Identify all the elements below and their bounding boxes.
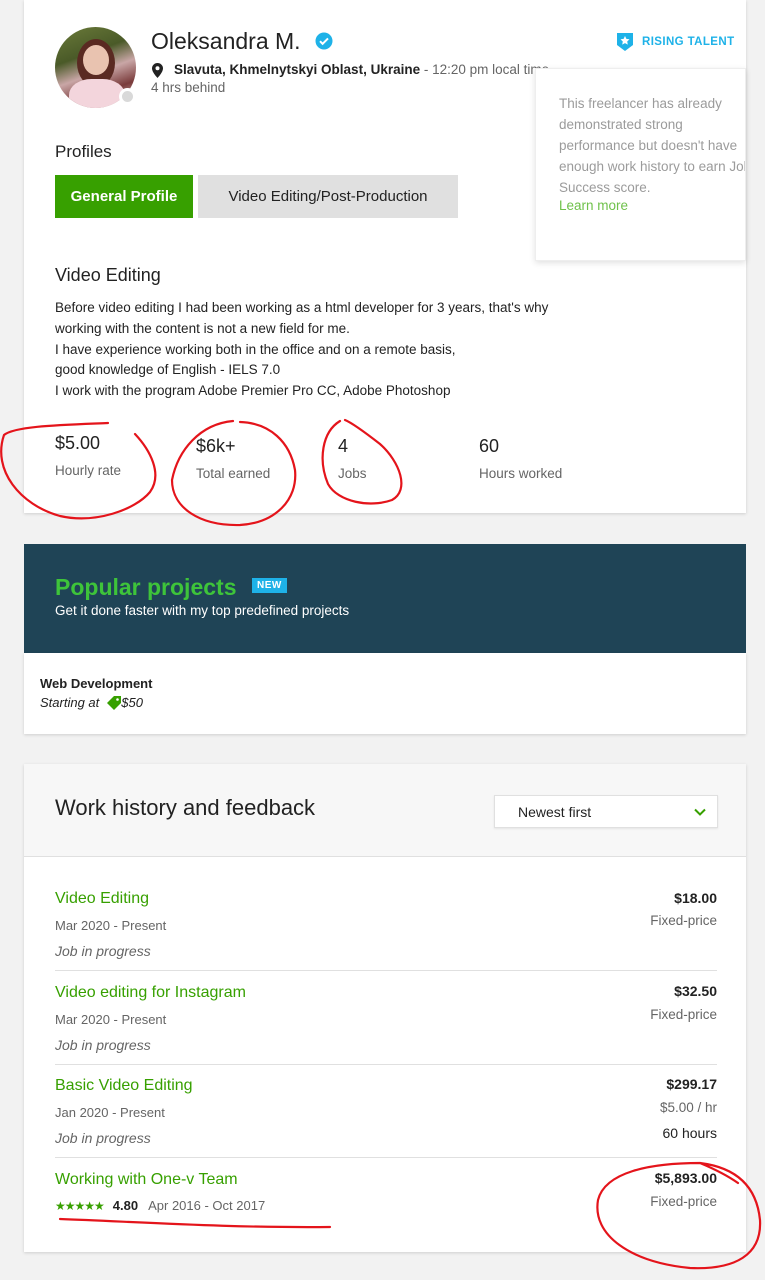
popular-projects-banner: Popular projects NEW Get it done faster … bbox=[24, 544, 746, 653]
job-title-link[interactable]: Basic Video Editing bbox=[55, 1077, 193, 1095]
project-price-line: Starting at $50 bbox=[40, 695, 143, 710]
sort-dropdown[interactable]: Newest first bbox=[494, 795, 718, 828]
description-line: Before video editing I had been working … bbox=[55, 300, 549, 315]
stat-value: 4 bbox=[338, 436, 349, 456]
description-line: I work with the program Adobe Premier Pr… bbox=[55, 383, 451, 399]
job-title-link[interactable]: Video Editing bbox=[55, 890, 149, 908]
job-dates: Jan 2020 - Present bbox=[55, 1105, 165, 1120]
learn-more-link[interactable]: Learn more bbox=[559, 198, 628, 213]
job-dates: Mar 2020 - Present bbox=[55, 918, 167, 933]
stat-hourly-rate: $5.00 Hourly rate bbox=[55, 433, 121, 478]
popular-projects-title: Popular projects bbox=[55, 574, 237, 600]
row-divider bbox=[55, 970, 717, 971]
sort-dropdown-value: Newest first bbox=[518, 804, 592, 820]
job-hours: 60 hours bbox=[662, 1125, 717, 1141]
job-amount: $32.50 bbox=[674, 983, 717, 999]
new-badge: NEW bbox=[252, 578, 287, 593]
job-status: Job in progress bbox=[55, 943, 151, 959]
job-amount: $18.00 bbox=[674, 890, 717, 906]
stat-value: $6k+ bbox=[196, 436, 236, 456]
job-dates: Mar 2020 - Present bbox=[55, 1012, 167, 1027]
stat-hours-worked: 60 Hours worked bbox=[479, 436, 562, 481]
stat-label: Total earned bbox=[196, 466, 271, 481]
location-line: Slavuta, Khmelnytskyi Oblast, Ukraine - … bbox=[174, 62, 557, 77]
project-card[interactable]: Web Development Starting at $50 bbox=[24, 653, 746, 734]
chevron-down-icon bbox=[693, 805, 707, 819]
profiles-heading: Profiles bbox=[55, 142, 112, 161]
job-amount: $299.17 bbox=[666, 1076, 717, 1092]
stat-label: Jobs bbox=[338, 466, 367, 481]
rising-talent-tooltip: This freelancer has already demonstrated… bbox=[535, 68, 746, 261]
job-type: Fixed-price bbox=[650, 913, 717, 928]
stat-jobs: 4 Jobs bbox=[338, 436, 367, 481]
stat-total-earned: $6k+ Total earned bbox=[196, 436, 270, 481]
job-amount: $5,893.00 bbox=[654, 1170, 717, 1186]
job-dates: Apr 2016 - Oct 2017 bbox=[148, 1198, 266, 1213]
tab-video-editing-post-production[interactable]: Video Editing/Post-Production bbox=[198, 175, 458, 218]
location-pin-icon bbox=[152, 63, 163, 78]
job-title-link[interactable]: Working with One-v Team bbox=[55, 1171, 238, 1189]
job-title-link[interactable]: Video editing for Instagram bbox=[55, 984, 246, 1002]
description-line: working with the content is not a new fi… bbox=[55, 320, 350, 336]
rating-row: ★★★★★ 4.80 Apr 2016 - Oct 2017 bbox=[55, 1198, 265, 1213]
profile-description: Before video editing I had been working … bbox=[55, 298, 548, 402]
project-title[interactable]: Web Development bbox=[40, 676, 152, 691]
description-line: good knowledge of English - IELS 7.0 bbox=[55, 362, 281, 378]
verified-icon bbox=[315, 32, 333, 50]
job-status: Job in progress bbox=[55, 1037, 151, 1053]
freelancer-name: Oleksandra M. bbox=[151, 28, 301, 54]
rising-talent-icon bbox=[617, 33, 633, 51]
tab-general-profile[interactable]: General Profile bbox=[55, 175, 193, 218]
job-type: Fixed-price bbox=[650, 1194, 717, 1209]
location-text: Slavuta, Khmelnytskyi Oblast, Ukraine bbox=[174, 62, 421, 77]
profile-section-title: Video Editing bbox=[55, 265, 161, 285]
rising-talent-badge[interactable]: RISING TALENT bbox=[642, 36, 735, 48]
row-divider bbox=[55, 1064, 717, 1065]
work-history-title: Work history and feedback bbox=[55, 795, 316, 820]
online-status-dot bbox=[119, 88, 136, 105]
stat-label: Hours worked bbox=[479, 466, 563, 481]
row-divider bbox=[55, 1157, 717, 1158]
description-line: I have experience working both in the of… bbox=[55, 341, 456, 357]
stat-value: 60 bbox=[479, 436, 500, 456]
job-status: Job in progress bbox=[55, 1130, 151, 1146]
price-tag-icon bbox=[107, 695, 122, 710]
time-behind: 4 hrs behind bbox=[151, 80, 226, 95]
job-rate: $5.00 / hr bbox=[659, 1100, 717, 1115]
popular-projects-subtitle: Get it done faster with my top predefine… bbox=[55, 603, 350, 618]
rating-value: 4.80 bbox=[112, 1198, 139, 1213]
project-price: $50 bbox=[121, 695, 143, 710]
job-type: Fixed-price bbox=[650, 1007, 717, 1022]
star-rating-icon: ★★★★★ bbox=[55, 1198, 105, 1213]
tooltip-text: This freelancer has already demonstrated… bbox=[559, 96, 746, 195]
starting-at-label: Starting at bbox=[40, 695, 100, 710]
stat-value: $5.00 bbox=[55, 433, 101, 453]
stat-label: Hourly rate bbox=[55, 463, 122, 478]
